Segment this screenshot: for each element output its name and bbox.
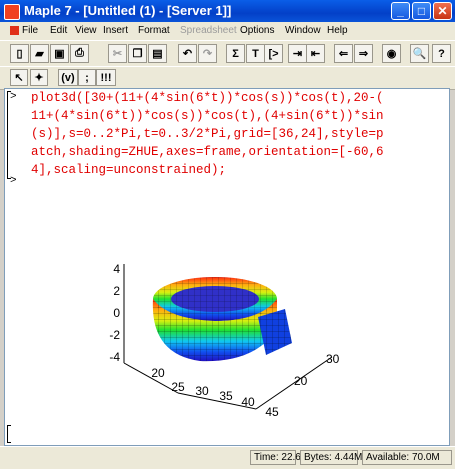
sigma-icon[interactable]: Σ: [226, 44, 245, 63]
save-icon[interactable]: ▣: [50, 44, 69, 63]
surface-cut-mesh: [258, 309, 292, 355]
z-tick-labels: 4 2 0 -2 -4: [109, 262, 120, 364]
status-bytes: Bytes: 4.44M: [300, 450, 362, 465]
menu-view[interactable]: View: [75, 25, 97, 36]
code-line: atch,shading=ZHUE,axes=frame,orientation…: [31, 145, 384, 159]
status-bar: Time: 22.6s Bytes: 4.44M Available: 70.0…: [0, 446, 455, 469]
menu-label: Window: [285, 25, 321, 36]
redo-icon[interactable]: ↷: [198, 44, 217, 63]
menu-label: View: [75, 25, 97, 36]
tick-label: 30: [195, 384, 209, 398]
zoom-icon[interactable]: 🔍: [410, 44, 429, 63]
prompt-icon[interactable]: [>: [264, 44, 283, 63]
code-line: plot3d([30+(11+(4*sin(6*t))*cos(s))*cos(…: [31, 91, 384, 105]
menu-bar: File Edit View Insert Format Spreadsheet Optio…: [0, 22, 455, 40]
surface-inner-mesh: [171, 286, 259, 312]
execute-all-icon[interactable]: !!!: [96, 69, 116, 86]
input-prompt: >: [10, 91, 17, 103]
worksheet[interactable]: > plot3d([30+(11+(4*sin(6*t))*cos(s))*co…: [4, 88, 450, 446]
plot-3d-icon[interactable]: ✦: [30, 69, 48, 86]
main-toolbar: ▯ ▰ ▣ ⎙ ✂ ❐ ▤ ↶ ↷ Σ T [> ⇥ ⇤ ⇐ ⇒ ◉ 🔍?: [0, 40, 455, 68]
tick-label: 4: [113, 262, 120, 276]
menu-format[interactable]: Format: [138, 25, 170, 36]
open-icon[interactable]: ▰: [30, 44, 49, 63]
tick-label: 20: [151, 366, 165, 380]
maple-app-icon[interactable]: [4, 4, 20, 20]
menu-label: Format: [138, 25, 170, 36]
menu-window[interactable]: Window: [285, 25, 321, 36]
tick-label: 45: [265, 405, 279, 419]
minimize-button[interactable]: _: [391, 2, 410, 20]
status-time: Time: 22.6s: [250, 450, 306, 465]
text-icon[interactable]: T: [246, 44, 265, 63]
tick-label: 0: [113, 306, 120, 320]
help-icon[interactable]: ?: [432, 44, 451, 63]
maple-input[interactable]: plot3d([30+(11+(4*sin(6*t))*cos(s))*cos(…: [31, 89, 449, 179]
menu-insert[interactable]: Insert: [103, 25, 128, 36]
menu-label: Options: [240, 25, 275, 36]
new-document-icon[interactable]: ▯: [10, 44, 29, 63]
forward-icon[interactable]: ⇒: [354, 44, 373, 63]
outdent-icon[interactable]: ⇤: [306, 44, 325, 63]
menu-options[interactable]: Options: [240, 25, 274, 36]
empty-group-bracket[interactable]: [7, 425, 11, 443]
next-prompt: >: [10, 175, 17, 187]
tick-label: 2: [113, 284, 120, 298]
tick-label: 40: [241, 395, 255, 409]
menu-help[interactable]: Help: [327, 25, 348, 36]
maximize-button[interactable]: □: [412, 2, 431, 20]
title-bar: Maple 7 - [Untitled (1) - [Server 1]] _ …: [0, 0, 455, 22]
document-icon: [10, 26, 19, 35]
menu-label: Edit: [50, 25, 68, 36]
status-available: Available: 70.0M: [362, 450, 452, 465]
tick-label: 20: [294, 374, 308, 388]
tick-label: 30: [326, 352, 340, 366]
cut-icon[interactable]: ✂: [108, 44, 127, 63]
tick-label: 25: [171, 380, 185, 394]
x-tick-labels: 20 25 30 35 40 45: [151, 366, 279, 419]
tick-label: -2: [109, 328, 120, 342]
paste-icon[interactable]: ▤: [148, 44, 167, 63]
tick-label: -4: [109, 350, 120, 364]
indent-icon[interactable]: ⇥: [288, 44, 307, 63]
code-line: 11+(4*sin(6*t))*cos(s))*cos(t),(4+sin(6*…: [31, 109, 384, 123]
copy-icon[interactable]: ❐: [128, 44, 147, 63]
parametric-icon[interactable]: (v): [58, 69, 78, 86]
close-button[interactable]: ✕: [433, 2, 452, 20]
code-line: (s)],s=0..2*Pi,t=0..3/2*Pi,grid=[36,24],…: [31, 127, 384, 141]
menu-label: Help: [327, 25, 348, 36]
tick-label: 35: [219, 389, 233, 403]
stop-icon[interactable]: ◉: [382, 44, 401, 63]
y-tick-labels: 2030: [294, 352, 340, 388]
context-toolbar: ↖ ✦ (v);!!!: [0, 66, 455, 90]
back-icon[interactable]: ⇐: [334, 44, 353, 63]
menu-label: File: [22, 25, 39, 36]
semicolon-icon[interactable]: ;: [78, 69, 96, 86]
menu-label: Insert: [103, 25, 129, 36]
code-line: 4],scaling=unconstrained);: [31, 163, 227, 177]
menu-spreadsheet[interactable]: Spreadsheet: [180, 25, 237, 36]
plot3d-output[interactable]: 420-2-4 2025 30 35 4045 2030: [80, 259, 380, 419]
menu-edit[interactable]: Edit: [50, 25, 67, 36]
window-title: Maple 7 - [Untitled (1) - [Server 1]]: [24, 3, 232, 18]
menu-file[interactable]: File: [10, 25, 38, 36]
execution-group-bracket[interactable]: [7, 91, 11, 179]
print-icon[interactable]: ⎙: [70, 44, 89, 63]
undo-icon[interactable]: ↶: [178, 44, 197, 63]
pointer-icon[interactable]: ↖: [10, 69, 28, 86]
menu-label: Spreadsheet: [180, 25, 237, 36]
